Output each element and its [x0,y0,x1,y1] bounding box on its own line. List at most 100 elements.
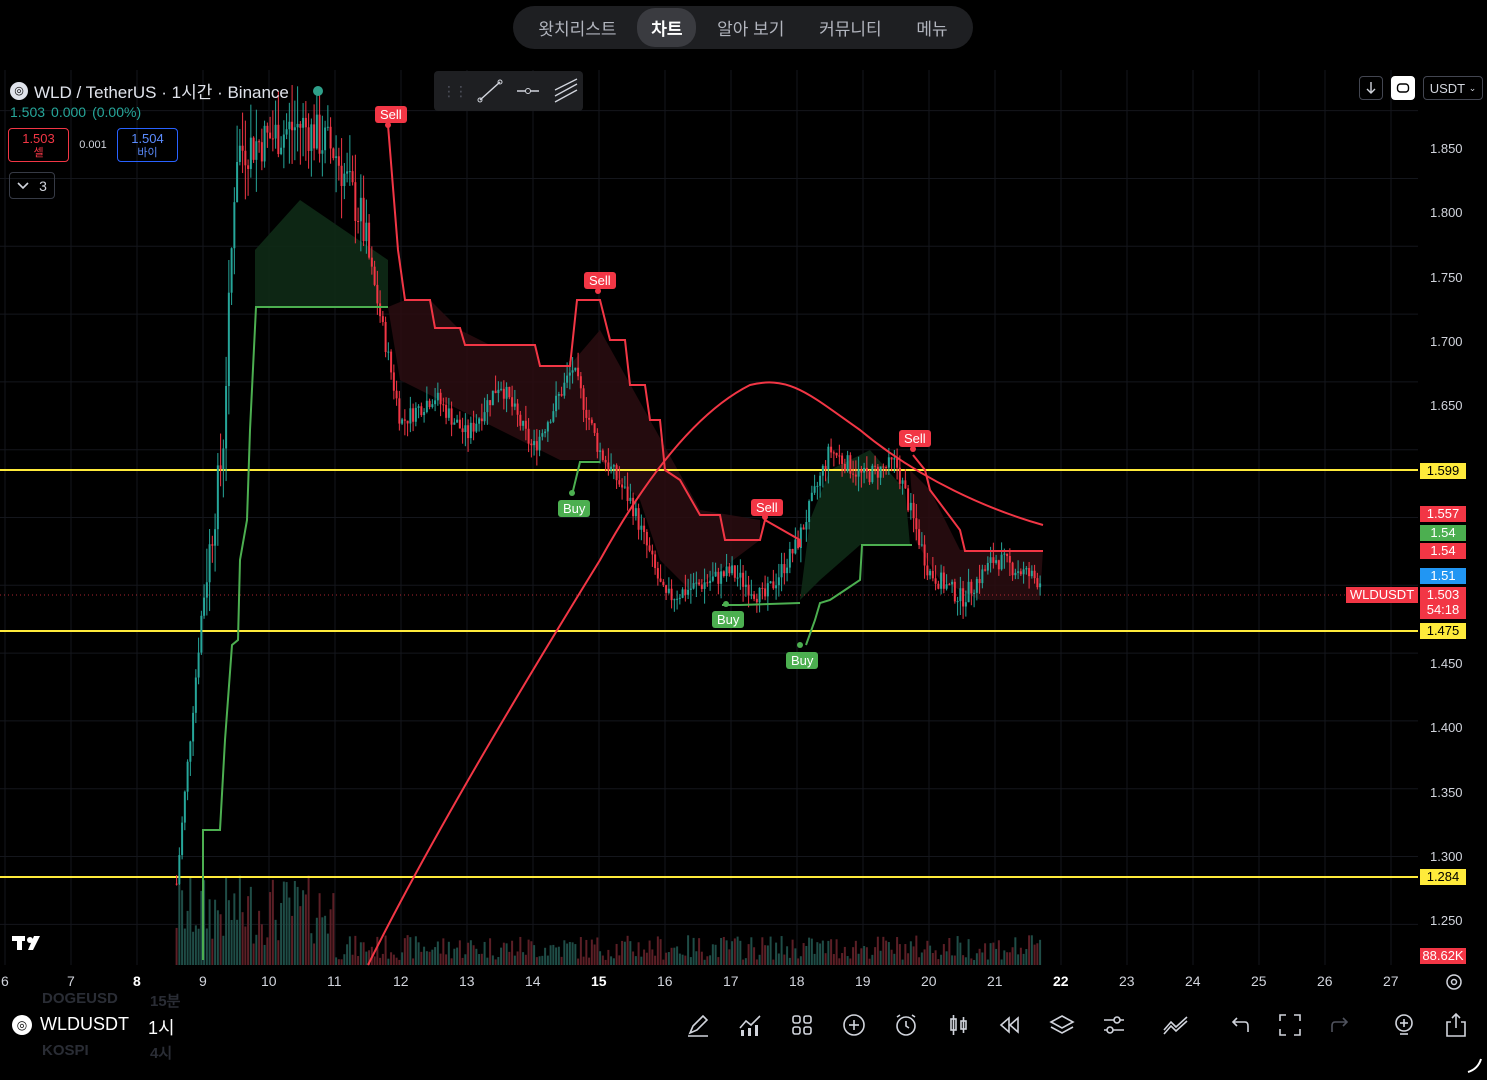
volume-bar [717,957,720,965]
volume-bar [904,944,907,965]
layers-icon [1049,1015,1075,1034]
candle-body [288,121,291,130]
volume-bar [852,947,855,965]
indicators-count: 3 [39,177,47,194]
candle-body [733,565,736,578]
volume-bar [414,936,417,965]
volume-bar [357,956,360,965]
volume-bar [868,958,871,965]
fullscreen-button[interactable] [1276,1011,1304,1039]
candle-body [838,455,841,457]
volume-bar [854,940,857,965]
candle-body [758,587,761,603]
candle-body [769,581,772,584]
trend-line-tool[interactable] [476,77,504,105]
share-button[interactable] [1442,1011,1470,1039]
volume-bar [626,935,629,965]
candle-body [186,761,189,792]
undo-button[interactable] [1224,1011,1252,1039]
volume-bar [797,958,800,965]
redo-button[interactable] [1328,1011,1356,1039]
volume-bar [923,949,926,965]
volume-bar [618,955,621,965]
buy-button[interactable]: 1.504 바이 [117,128,178,162]
tradingview-logo-icon[interactable] [12,932,46,957]
share-icon [1446,1012,1466,1037]
resize-handle-icon[interactable] [1464,1055,1484,1080]
candle-body [731,565,734,574]
volume-bar [263,944,266,965]
volume-bar [819,943,822,965]
ghost-timeframe: 4시 [150,1045,173,1062]
candle-body [827,446,830,470]
volume-bar [755,959,758,965]
candle-body [665,585,668,593]
volume-bar [764,945,767,965]
volume-bar [673,947,676,965]
compare-button[interactable] [840,1011,868,1039]
candle-body [915,518,918,530]
candle-body [981,569,984,584]
horizontal-ray-tool[interactable] [514,77,542,105]
signal-pin [797,642,803,648]
currency-select[interactable]: USDT ⌄ [1423,76,1483,100]
replay-mode-button[interactable] [996,1011,1024,1039]
candle-body [1006,553,1009,556]
layouts-button[interactable] [788,1011,816,1039]
indicators-button[interactable] [736,1011,764,1039]
volume-bar [216,910,219,965]
candle-body [868,471,871,483]
indicators-toggle[interactable]: 3 [9,172,55,199]
wld-logo-icon: ◎ [12,1014,32,1035]
candle-body [588,417,591,420]
alert-button[interactable] [892,1011,920,1039]
volume-bar [934,950,937,965]
replay-button[interactable] [1391,76,1415,100]
candle-body [942,572,945,589]
sell-button[interactable]: 1.503 셀 [8,128,69,162]
candle-body [1025,568,1028,570]
volume-bar [480,953,483,965]
volume-bar [1003,950,1006,965]
candle-body [464,425,467,433]
candle-body [687,589,690,595]
volume-bar [442,938,445,965]
timeframe-button[interactable]: 1시 [148,1014,175,1040]
volume-bar [502,942,505,965]
chart-type-button[interactable] [944,1011,972,1039]
volume-bar [321,917,324,965]
candle-body [274,124,277,139]
candle-body [945,584,948,589]
volume-bar [918,957,921,965]
candle-body [291,121,294,131]
drawing-tools-button[interactable] [684,1011,712,1039]
price-chart[interactable] [0,0,1487,1000]
symbol-header[interactable]: ◎ WLD / TetherUS · 1시간 · Binance [10,78,323,103]
download-button[interactable] [1359,76,1383,100]
settings-icon[interactable] [1445,973,1463,996]
candle-body [714,571,717,577]
candle-body [233,202,236,249]
drag-handle-icon[interactable]: ⋮⋮ [442,83,468,100]
chart-settings-button[interactable] [1100,1011,1128,1039]
trading-button[interactable] [1162,1011,1190,1039]
volume-bar [601,955,604,965]
candle-body [541,433,544,437]
volume-bar [761,937,764,965]
candle-body [667,588,670,593]
candle-body [280,147,283,155]
candle-body [885,466,888,468]
price-change-pct: (0.00%) [92,104,142,120]
candle-body [450,408,453,425]
ideas-button[interactable] [1390,1011,1418,1039]
symbol-search-button[interactable]: ◎ WLDUSDT [12,1014,129,1035]
volume-bar [557,946,560,965]
volume-bar [329,909,332,965]
volume-bar [656,936,659,965]
parallel-channel-tool[interactable] [552,77,580,105]
object-tree-button[interactable] [1048,1011,1076,1039]
volume-bar [423,946,426,965]
candle-body [907,488,910,511]
volume-bar [799,956,802,965]
time-axis-label: 19 [855,973,871,989]
